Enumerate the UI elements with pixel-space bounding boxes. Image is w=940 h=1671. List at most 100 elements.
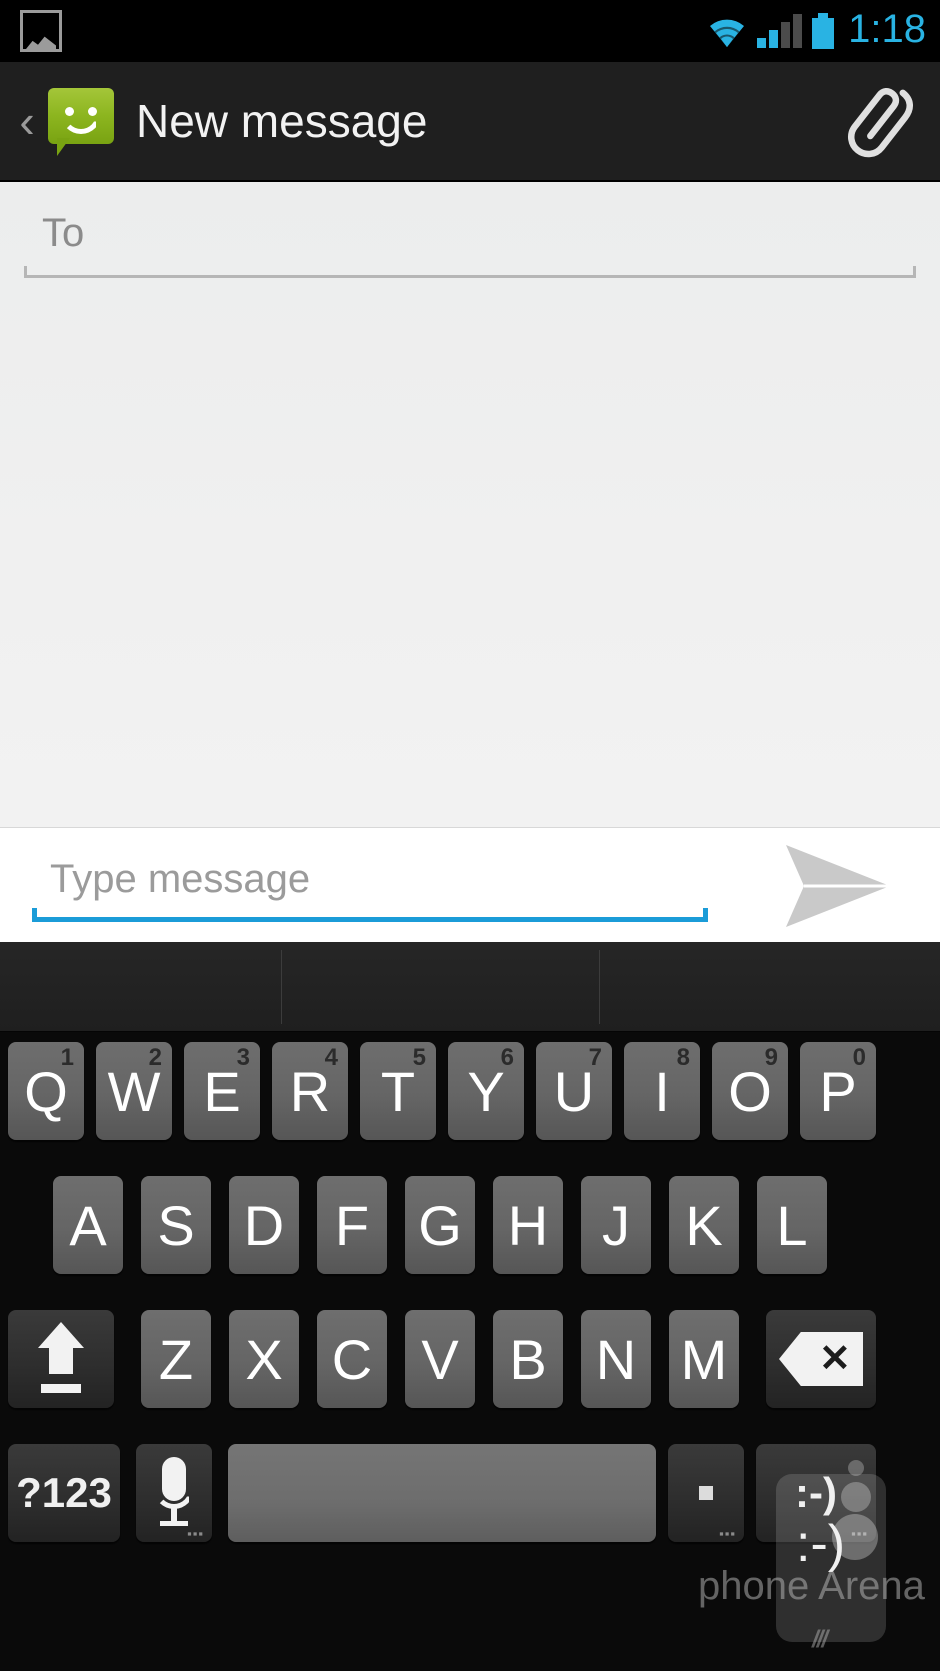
key-V[interactable]: V bbox=[405, 1310, 475, 1408]
page-title: New message bbox=[136, 95, 428, 147]
key-A[interactable]: A bbox=[53, 1176, 123, 1274]
key-H[interactable]: H bbox=[493, 1176, 563, 1274]
key-M[interactable]: M bbox=[669, 1310, 739, 1408]
key-M-label: M bbox=[680, 1327, 728, 1391]
status-bar-system-icons: 1:18 bbox=[707, 0, 926, 62]
period-key[interactable] bbox=[668, 1444, 744, 1542]
to-placeholder: To bbox=[42, 211, 85, 255]
key-C[interactable]: C bbox=[317, 1310, 387, 1408]
key-W-label: W bbox=[107, 1059, 161, 1123]
status-bar-notifications bbox=[20, 10, 62, 52]
key-F-label: F bbox=[334, 1193, 370, 1257]
key-L[interactable]: L bbox=[757, 1176, 827, 1274]
key-K-label: K bbox=[685, 1193, 723, 1257]
action-bar: ‹ New message bbox=[0, 62, 940, 182]
status-bar: 1:18 bbox=[0, 0, 940, 62]
phone-screen: 1:18 ‹ New message To Type message 1 Q 2… bbox=[0, 0, 940, 1671]
compose-body: To bbox=[0, 182, 940, 827]
attach-button[interactable] bbox=[820, 62, 940, 182]
key-N-label: N bbox=[595, 1327, 637, 1391]
key-B[interactable]: B bbox=[493, 1310, 563, 1408]
suggestion-divider bbox=[281, 950, 282, 1024]
message-placeholder: Type message bbox=[50, 857, 311, 901]
backspace-icon: ✕ bbox=[779, 1332, 863, 1386]
recipient-field[interactable]: To bbox=[24, 210, 916, 278]
suggestion-strip[interactable] bbox=[0, 942, 940, 1032]
keyboard-row-2: A S D F G H J K L bbox=[0, 1170, 940, 1304]
key-L-label: L bbox=[776, 1193, 808, 1257]
key-Y[interactable]: 6 Y bbox=[448, 1042, 524, 1140]
key-Q-label: Q bbox=[24, 1059, 68, 1123]
shift-icon bbox=[27, 1322, 95, 1396]
message-field-underline bbox=[32, 908, 708, 922]
key-G[interactable]: G bbox=[405, 1176, 475, 1274]
key-U-label: U bbox=[553, 1059, 595, 1123]
signal-bars-icon bbox=[757, 14, 803, 48]
period-icon bbox=[699, 1486, 713, 1500]
keyboard-row-3: Z X C V B N M ✕ bbox=[0, 1304, 940, 1438]
backspace-key[interactable]: ✕ bbox=[766, 1310, 876, 1408]
key-R[interactable]: 4 R bbox=[272, 1042, 348, 1140]
keyboard-row-4: ?123 :-) bbox=[0, 1438, 940, 1572]
key-I-number: 8 bbox=[676, 1044, 690, 1071]
suggestion-divider bbox=[599, 950, 600, 1024]
key-U[interactable]: 7 U bbox=[536, 1042, 612, 1140]
battery-icon bbox=[812, 13, 835, 49]
key-P[interactable]: 0 P bbox=[800, 1042, 876, 1140]
onscreen-keyboard: 1 Q 2 W 3 E 4 R 5 T 6 Y 7 U 8 I 9 O 0 P … bbox=[0, 942, 940, 1671]
key-E[interactable]: 3 E bbox=[184, 1042, 260, 1140]
key-R-label: R bbox=[289, 1059, 331, 1123]
send-arrow-icon bbox=[786, 844, 890, 927]
shift-key[interactable] bbox=[8, 1310, 114, 1408]
symbols-key-label: ?123 bbox=[16, 1469, 112, 1516]
message-input[interactable]: Type message bbox=[32, 850, 708, 922]
key-I[interactable]: 8 I bbox=[624, 1042, 700, 1140]
key-W[interactable]: 2 W bbox=[96, 1042, 172, 1140]
key-P-label: P bbox=[819, 1059, 857, 1123]
messaging-app-icon[interactable] bbox=[48, 88, 114, 156]
message-composer: Type message bbox=[0, 827, 940, 942]
symbols-key[interactable]: ?123 bbox=[8, 1444, 120, 1542]
key-Z[interactable]: Z bbox=[141, 1310, 211, 1408]
image-notification-icon bbox=[20, 10, 62, 52]
key-X[interactable]: X bbox=[229, 1310, 299, 1408]
key-X-label: X bbox=[245, 1327, 283, 1391]
key-S-label: S bbox=[157, 1193, 195, 1257]
paperclip-icon bbox=[848, 88, 913, 158]
key-D[interactable]: D bbox=[229, 1176, 299, 1274]
keyboard-rows: 1 Q 2 W 3 E 4 R 5 T 6 Y 7 U 8 I 9 O 0 P … bbox=[0, 1032, 940, 1670]
emoji-key[interactable]: :-) bbox=[756, 1444, 876, 1542]
key-O[interactable]: 9 O bbox=[712, 1042, 788, 1140]
key-T[interactable]: 5 T bbox=[360, 1042, 436, 1140]
key-E-label: E bbox=[203, 1059, 241, 1123]
key-H-label: H bbox=[507, 1193, 549, 1257]
microphone-icon bbox=[151, 1457, 197, 1529]
back-button[interactable]: ‹ bbox=[6, 98, 48, 144]
key-B-label: B bbox=[509, 1327, 547, 1391]
key-K[interactable]: K bbox=[669, 1176, 739, 1274]
key-Z-label: Z bbox=[158, 1327, 194, 1391]
send-button[interactable] bbox=[758, 828, 918, 943]
key-D-label: D bbox=[243, 1193, 285, 1257]
key-Q[interactable]: 1 Q bbox=[8, 1042, 84, 1140]
space-key[interactable] bbox=[228, 1444, 656, 1542]
emoji-key-label: :-) bbox=[795, 1469, 837, 1516]
to-field-underline bbox=[24, 266, 916, 278]
keyboard-row-1: 1 Q 2 W 3 E 4 R 5 T 6 Y 7 U 8 I 9 O 0 P bbox=[0, 1036, 940, 1170]
key-G-label: G bbox=[418, 1193, 462, 1257]
key-A-label: A bbox=[69, 1193, 107, 1257]
key-S[interactable]: S bbox=[141, 1176, 211, 1274]
key-C-label: C bbox=[331, 1327, 373, 1391]
key-J-label: J bbox=[602, 1193, 630, 1257]
key-J[interactable]: J bbox=[581, 1176, 651, 1274]
key-F[interactable]: F bbox=[317, 1176, 387, 1274]
key-V-label: V bbox=[421, 1327, 459, 1391]
status-bar-clock: 1:18 bbox=[848, 7, 926, 51]
key-T-label: T bbox=[380, 1059, 416, 1123]
key-N[interactable]: N bbox=[581, 1310, 651, 1408]
wifi-icon bbox=[707, 14, 747, 48]
voice-input-key[interactable] bbox=[136, 1444, 212, 1542]
key-Y-label: Y bbox=[467, 1059, 505, 1123]
key-I-label: I bbox=[654, 1059, 670, 1123]
key-O-label: O bbox=[728, 1059, 772, 1123]
